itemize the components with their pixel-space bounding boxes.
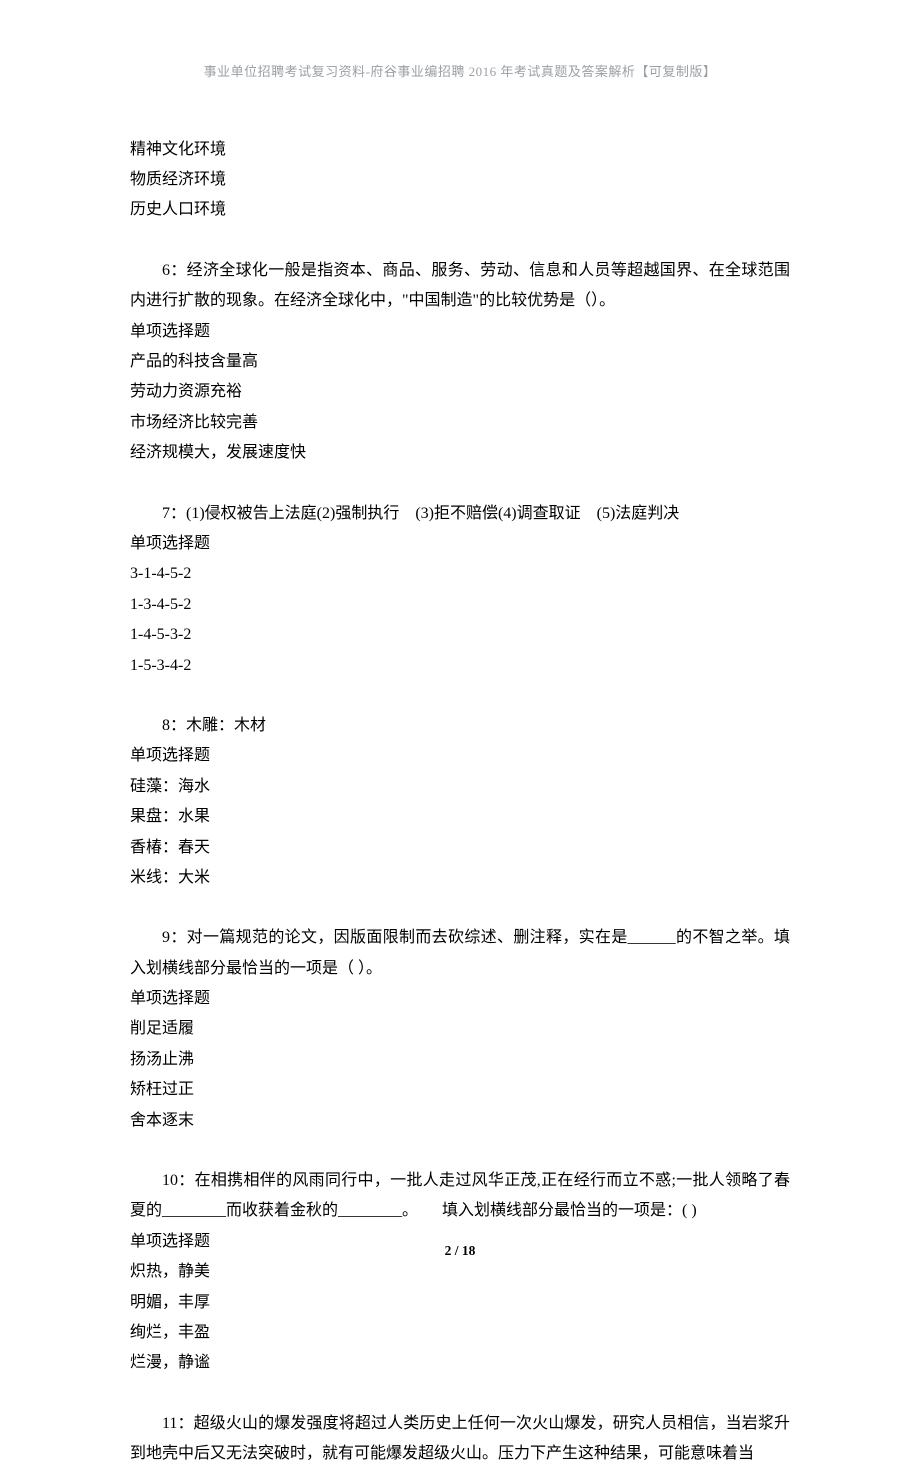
question-stem: 7：(1)侵权被告上法庭(2)强制执行 (3)拒不赔偿(4)调查取证 (5)法庭… — [130, 499, 790, 529]
option-text: 果盘：水果 — [130, 802, 790, 832]
option-text: 1-3-4-5-2 — [130, 590, 790, 620]
question-11: 11：超级火山的爆发强度将超过人类历史上任何一次火山爆发，研究人员相信，当岩浆升… — [130, 1409, 790, 1470]
option-text: 1-5-3-4-2 — [130, 651, 790, 681]
option-text: 香椿：春天 — [130, 833, 790, 863]
option-text: 明媚，丰厚 — [130, 1288, 790, 1318]
question-6: 6：经济全球化一般是指资本、商品、服务、劳动、信息和人员等超越国界、在全球范围内… — [130, 256, 790, 469]
option-text: 1-4-5-3-2 — [130, 620, 790, 650]
option-text: 绚烂，丰盈 — [130, 1318, 790, 1348]
option-text: 产品的科技含量高 — [130, 347, 790, 377]
option-text: 经济规模大，发展速度快 — [130, 438, 790, 468]
q5-remainder: 精神文化环境 物质经济环境 历史人口环境 — [130, 135, 790, 226]
question-type: 单项选择题 — [130, 741, 790, 771]
option-text: 劳动力资源充裕 — [130, 377, 790, 407]
question-stem: 11：超级火山的爆发强度将超过人类历史上任何一次火山爆发，研究人员相信，当岩浆升… — [130, 1409, 790, 1470]
question-stem: 8：木雕：木材 — [130, 711, 790, 741]
question-stem: 6：经济全球化一般是指资本、商品、服务、劳动、信息和人员等超越国界、在全球范围内… — [130, 256, 790, 317]
option-text: 舍本逐末 — [130, 1106, 790, 1136]
option-text: 历史人口环境 — [130, 195, 790, 225]
option-text: 米线：大米 — [130, 863, 790, 893]
page-header: 事业单位招聘考试复习资料-府谷事业编招聘 2016 年考试真题及答案解析【可复制… — [130, 60, 790, 85]
option-text: 市场经济比较完善 — [130, 408, 790, 438]
question-7: 7：(1)侵权被告上法庭(2)强制执行 (3)拒不赔偿(4)调查取证 (5)法庭… — [130, 499, 790, 681]
question-type: 单项选择题 — [130, 317, 790, 347]
question-stem: 10：在相携相伴的风雨同行中，一批人走过风华正茂,正在经行而立不惑;一批人领略了… — [130, 1166, 790, 1227]
question-type: 单项选择题 — [130, 529, 790, 559]
question-stem: 9：对一篇规范的论文，因版面限制而去砍综述、删注释，实在是______的不智之举… — [130, 923, 790, 984]
option-text: 精神文化环境 — [130, 135, 790, 165]
option-text: 物质经济环境 — [130, 165, 790, 195]
document-content: 精神文化环境 物质经济环境 历史人口环境 6：经济全球化一般是指资本、商品、服务… — [130, 135, 790, 1470]
option-text: 削足适履 — [130, 1014, 790, 1044]
option-text: 硅藻：海水 — [130, 772, 790, 802]
question-8: 8：木雕：木材 单项选择题 硅藻：海水 果盘：水果 香椿：春天 米线：大米 — [130, 711, 790, 893]
option-text: 烂漫，静谧 — [130, 1348, 790, 1378]
option-text: 矫枉过正 — [130, 1075, 790, 1105]
option-text: 3-1-4-5-2 — [130, 559, 790, 589]
question-type: 单项选择题 — [130, 984, 790, 1014]
option-text: 扬汤止沸 — [130, 1045, 790, 1075]
page-number: 2 / 18 — [0, 1238, 920, 1264]
question-10: 10：在相携相伴的风雨同行中，一批人走过风华正茂,正在经行而立不惑;一批人领略了… — [130, 1166, 790, 1379]
question-9: 9：对一篇规范的论文，因版面限制而去砍综述、删注释，实在是______的不智之举… — [130, 923, 790, 1136]
